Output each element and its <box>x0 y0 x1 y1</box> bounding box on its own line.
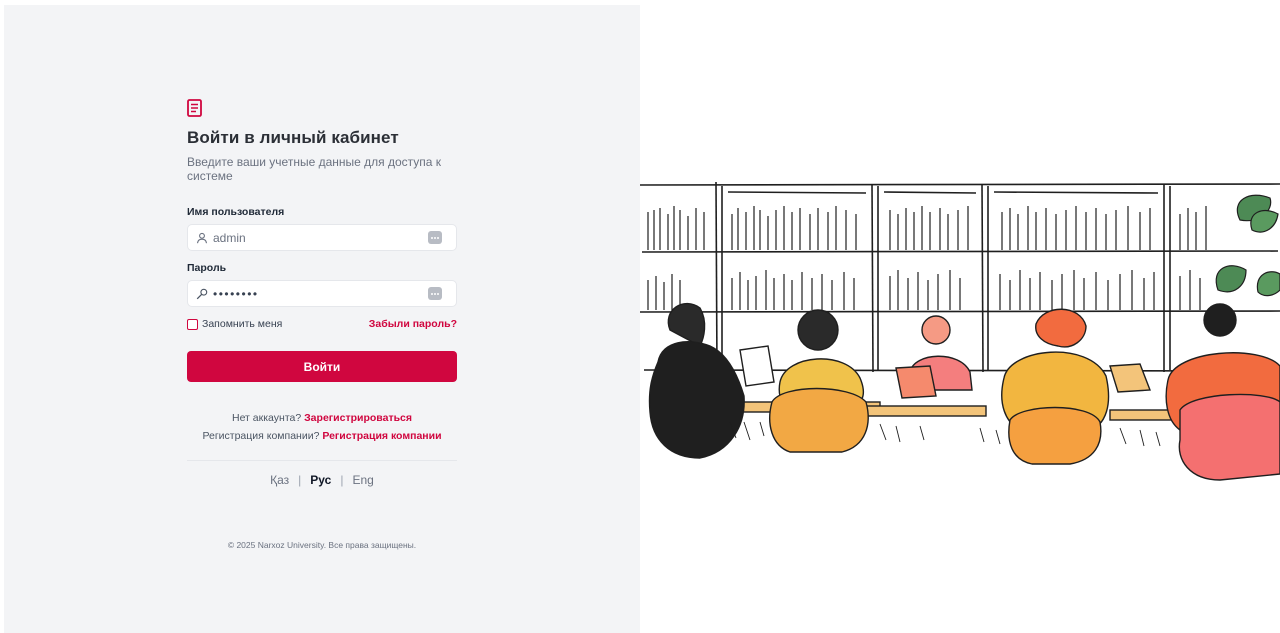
options-row: Запомнить меня Забыли пароль? <box>187 318 457 330</box>
username-label: Имя пользователя <box>187 206 285 218</box>
password-field[interactable] <box>187 280 457 307</box>
copyright: © 2025 Narxoz University. Все права защи… <box>227 540 417 550</box>
page-subtitle: Введите ваши учетные данные для доступа … <box>187 155 442 183</box>
company-text: Регистрация компании? <box>202 430 320 442</box>
login-page: Войти в личный кабинет Введите ваши учет… <box>0 0 1280 633</box>
remember-label: Запомнить меня <box>202 318 283 330</box>
key-icon <box>196 288 208 299</box>
lang-kz[interactable]: Қаз <box>270 473 289 487</box>
autofill-icon[interactable] <box>428 287 442 300</box>
login-form: Войти в личный кабинет Введите ваши учет… <box>187 99 457 550</box>
lang-en[interactable]: Eng <box>352 473 373 487</box>
register-link[interactable]: Зарегистрироваться <box>304 412 412 424</box>
lang-separator: | <box>340 473 344 487</box>
library-illustration <box>640 181 1280 481</box>
password-label: Пароль <box>187 262 227 274</box>
login-panel: Войти в личный кабинет Введите ваши учет… <box>4 5 640 633</box>
user-icon <box>196 232 208 243</box>
book-icon <box>187 99 202 117</box>
divider <box>187 460 457 461</box>
forgot-password-link[interactable]: Забыли пароль? <box>369 318 457 330</box>
username-field[interactable] <box>187 224 457 251</box>
autofill-icon[interactable] <box>428 231 442 244</box>
remember-checkbox[interactable] <box>187 318 198 330</box>
password-input[interactable] <box>213 282 423 305</box>
page-title: Войти в личный кабинет <box>187 128 399 147</box>
lang-separator: | <box>298 473 302 487</box>
no-account-text: Нет аккаунта? <box>231 412 302 424</box>
signup-links: Нет аккаунта? Зарегистрироваться Регистр… <box>187 409 457 445</box>
company-row: Регистрация компании? Регистрация компан… <box>187 427 457 445</box>
username-input[interactable] <box>213 226 423 249</box>
login-button[interactable]: Войти <box>187 351 457 382</box>
register-row: Нет аккаунта? Зарегистрироваться <box>187 409 457 427</box>
language-switcher: Қаз | Рус | Eng <box>187 473 457 487</box>
remember-me[interactable]: Запомнить меня <box>187 318 282 330</box>
lang-ru[interactable]: Рус <box>310 473 331 487</box>
company-register-link[interactable]: Регистрация компании <box>322 430 441 442</box>
